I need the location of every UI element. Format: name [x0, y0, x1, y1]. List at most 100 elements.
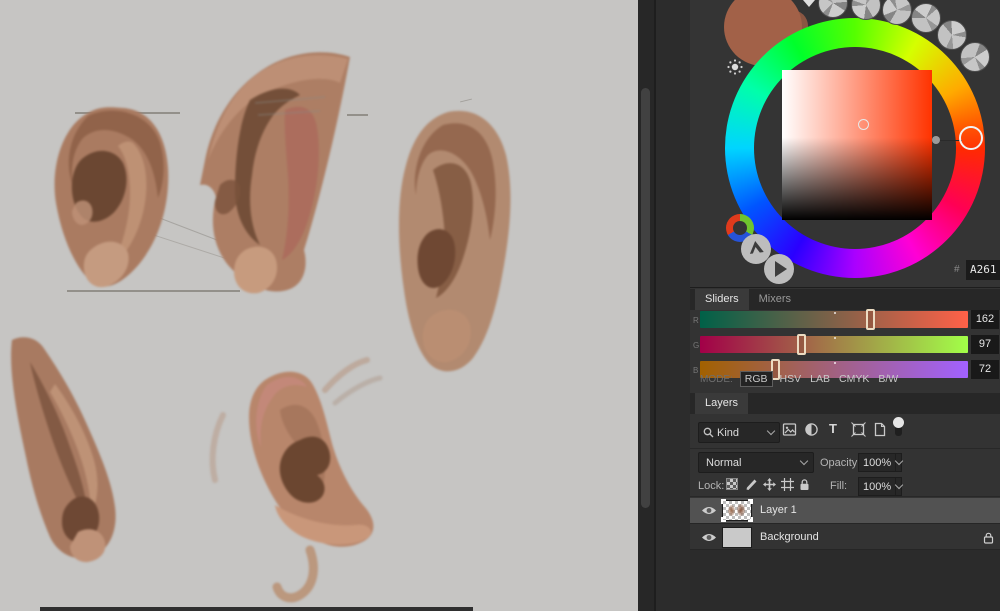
- slider-handle-r[interactable]: [866, 309, 875, 330]
- filter-frame-icon[interactable]: [851, 422, 866, 437]
- hex-prefix: #: [954, 264, 960, 275]
- mode-bw[interactable]: B/W: [878, 373, 898, 385]
- dial-knob-2[interactable]: [851, 0, 881, 20]
- slider-center-tick: [834, 362, 836, 364]
- blend-mode-dropdown[interactable]: Normal: [698, 452, 814, 473]
- slider-handle-g[interactable]: [797, 334, 806, 355]
- slider-track-g[interactable]: [700, 334, 968, 355]
- opacity-dropdown[interactable]: 100%: [858, 453, 904, 472]
- color-picker-panel: # A261: [690, 0, 1000, 288]
- visibility-eye-icon[interactable]: [701, 505, 717, 516]
- layer-thumbnail[interactable]: [721, 499, 753, 522]
- opacity-chevron[interactable]: [894, 454, 904, 471]
- toggle-knob: [893, 417, 904, 428]
- mode-cmyk[interactable]: CMYK: [839, 373, 869, 385]
- fill-dropdown[interactable]: 100%: [858, 477, 904, 496]
- chevron-down-icon: [766, 426, 776, 436]
- selection-bracket: [721, 517, 726, 522]
- tab-mixers[interactable]: Mixers: [749, 289, 801, 310]
- lock-transparent-icon[interactable]: [726, 478, 738, 490]
- lock-artboard-icon[interactable]: [781, 478, 794, 491]
- brightness-sun-icon[interactable]: [726, 58, 744, 76]
- layer-row-background[interactable]: Background: [690, 524, 1000, 550]
- selection-bracket: [721, 499, 726, 504]
- sv-marker[interactable]: [858, 119, 869, 130]
- rgb-wheel-icon-hole: [733, 221, 747, 235]
- document-canvas[interactable]: [0, 0, 638, 611]
- hex-input[interactable]: A261: [966, 260, 1000, 280]
- tab-layers[interactable]: Layers: [695, 393, 749, 414]
- dial-knob-1[interactable]: [818, 0, 848, 18]
- hue-ring-marker[interactable]: [959, 126, 983, 150]
- ear-sketch-2: [200, 52, 350, 294]
- dial-knob-4[interactable]: [911, 3, 941, 33]
- fill-chevron[interactable]: [894, 478, 904, 495]
- document-edge-bar: [40, 607, 473, 611]
- ear-sketch-3: [399, 110, 511, 372]
- chevron-down-icon: [894, 456, 904, 466]
- mode-rgb[interactable]: RGB: [739, 371, 773, 387]
- lock-label: Lock:: [698, 480, 725, 492]
- layer-name[interactable]: Layer 1: [760, 504, 797, 516]
- slider-value-g[interactable]: 97: [971, 335, 999, 354]
- slider-center-tick: [834, 312, 836, 314]
- mode-lab[interactable]: LAB: [810, 373, 830, 385]
- filter-adjustment-icon[interactable]: [804, 422, 819, 437]
- layer-thumbnail[interactable]: [722, 527, 752, 548]
- play-button[interactable]: [764, 254, 794, 284]
- sliders-tabbar: Sliders Mixers: [690, 289, 1000, 310]
- slider-track-r[interactable]: [700, 309, 968, 330]
- lock-move-icon[interactable]: [763, 478, 776, 491]
- slider-value-b[interactable]: 72: [971, 360, 999, 379]
- canvas-scrollbar[interactable]: [641, 88, 650, 508]
- dial-knob-3[interactable]: [882, 0, 912, 25]
- gutter-divider: [654, 0, 656, 611]
- visibility-eye-icon[interactable]: [701, 532, 717, 543]
- layer-filter-kind-dropdown[interactable]: Kind: [698, 422, 780, 443]
- selection-bracket: [748, 499, 753, 504]
- fill-value: 100%: [863, 480, 892, 493]
- triangle-up-inner-icon: [751, 246, 761, 255]
- mode-hsv[interactable]: HSV: [780, 373, 802, 385]
- chevron-down-icon: [799, 456, 809, 466]
- ear-sketch-5: [209, 357, 383, 603]
- slider-value-r[interactable]: 162: [971, 310, 999, 329]
- slider-label-b: B: [693, 366, 699, 375]
- layers-empty-area: [690, 550, 1000, 611]
- kind-label: Kind: [717, 426, 740, 439]
- slider-label-g: G: [693, 341, 700, 350]
- lock-brush-icon[interactable]: [745, 478, 758, 491]
- right-panel: # A261 Sliders Mixers R 162 G 97 B 72 MO…: [690, 0, 1000, 611]
- filter-toggle-switch[interactable]: [893, 417, 904, 436]
- tab-sliders[interactable]: Sliders: [695, 289, 749, 310]
- thumb-paint: [728, 505, 735, 516]
- ear-sketch-4: [11, 337, 116, 563]
- ear-sketch-1: [54, 107, 169, 288]
- lock-all-icon[interactable]: [798, 478, 811, 491]
- hue-dot-handle[interactable]: [932, 136, 940, 144]
- filter-image-icon[interactable]: [782, 422, 797, 437]
- chevron-down-icon: [894, 480, 904, 490]
- selection-bracket: [748, 517, 753, 522]
- mode-label: MODE:: [700, 373, 733, 385]
- filter-smart-object-icon[interactable]: [873, 422, 887, 437]
- layer-name[interactable]: Background: [760, 531, 819, 543]
- separator: [690, 448, 1000, 449]
- slider-center-tick: [834, 337, 836, 339]
- filter-type-icon[interactable]: T: [829, 421, 837, 436]
- panel-gutter: [638, 0, 690, 611]
- dial-knob-6[interactable]: [960, 42, 990, 72]
- layer-lock-badge-icon: [983, 532, 994, 544]
- opacity-value: 100%: [863, 456, 892, 469]
- sliders-panel: Sliders Mixers R 162 G 97 B 72 MODE: RGB…: [690, 289, 1000, 393]
- thumb-paint: [737, 504, 745, 516]
- search-icon: [703, 427, 714, 438]
- slider-label-r: R: [693, 316, 699, 325]
- blend-mode-value: Normal: [706, 456, 742, 469]
- separator: [690, 496, 1000, 497]
- saturation-value-square[interactable]: [782, 70, 932, 220]
- mode-row: MODE: RGB HSV LAB CMYK B/W: [700, 371, 907, 387]
- dial-knob-5[interactable]: [937, 20, 967, 50]
- triangle-right-icon: [775, 261, 787, 277]
- layer-row-layer1[interactable]: Layer 1: [690, 498, 1000, 523]
